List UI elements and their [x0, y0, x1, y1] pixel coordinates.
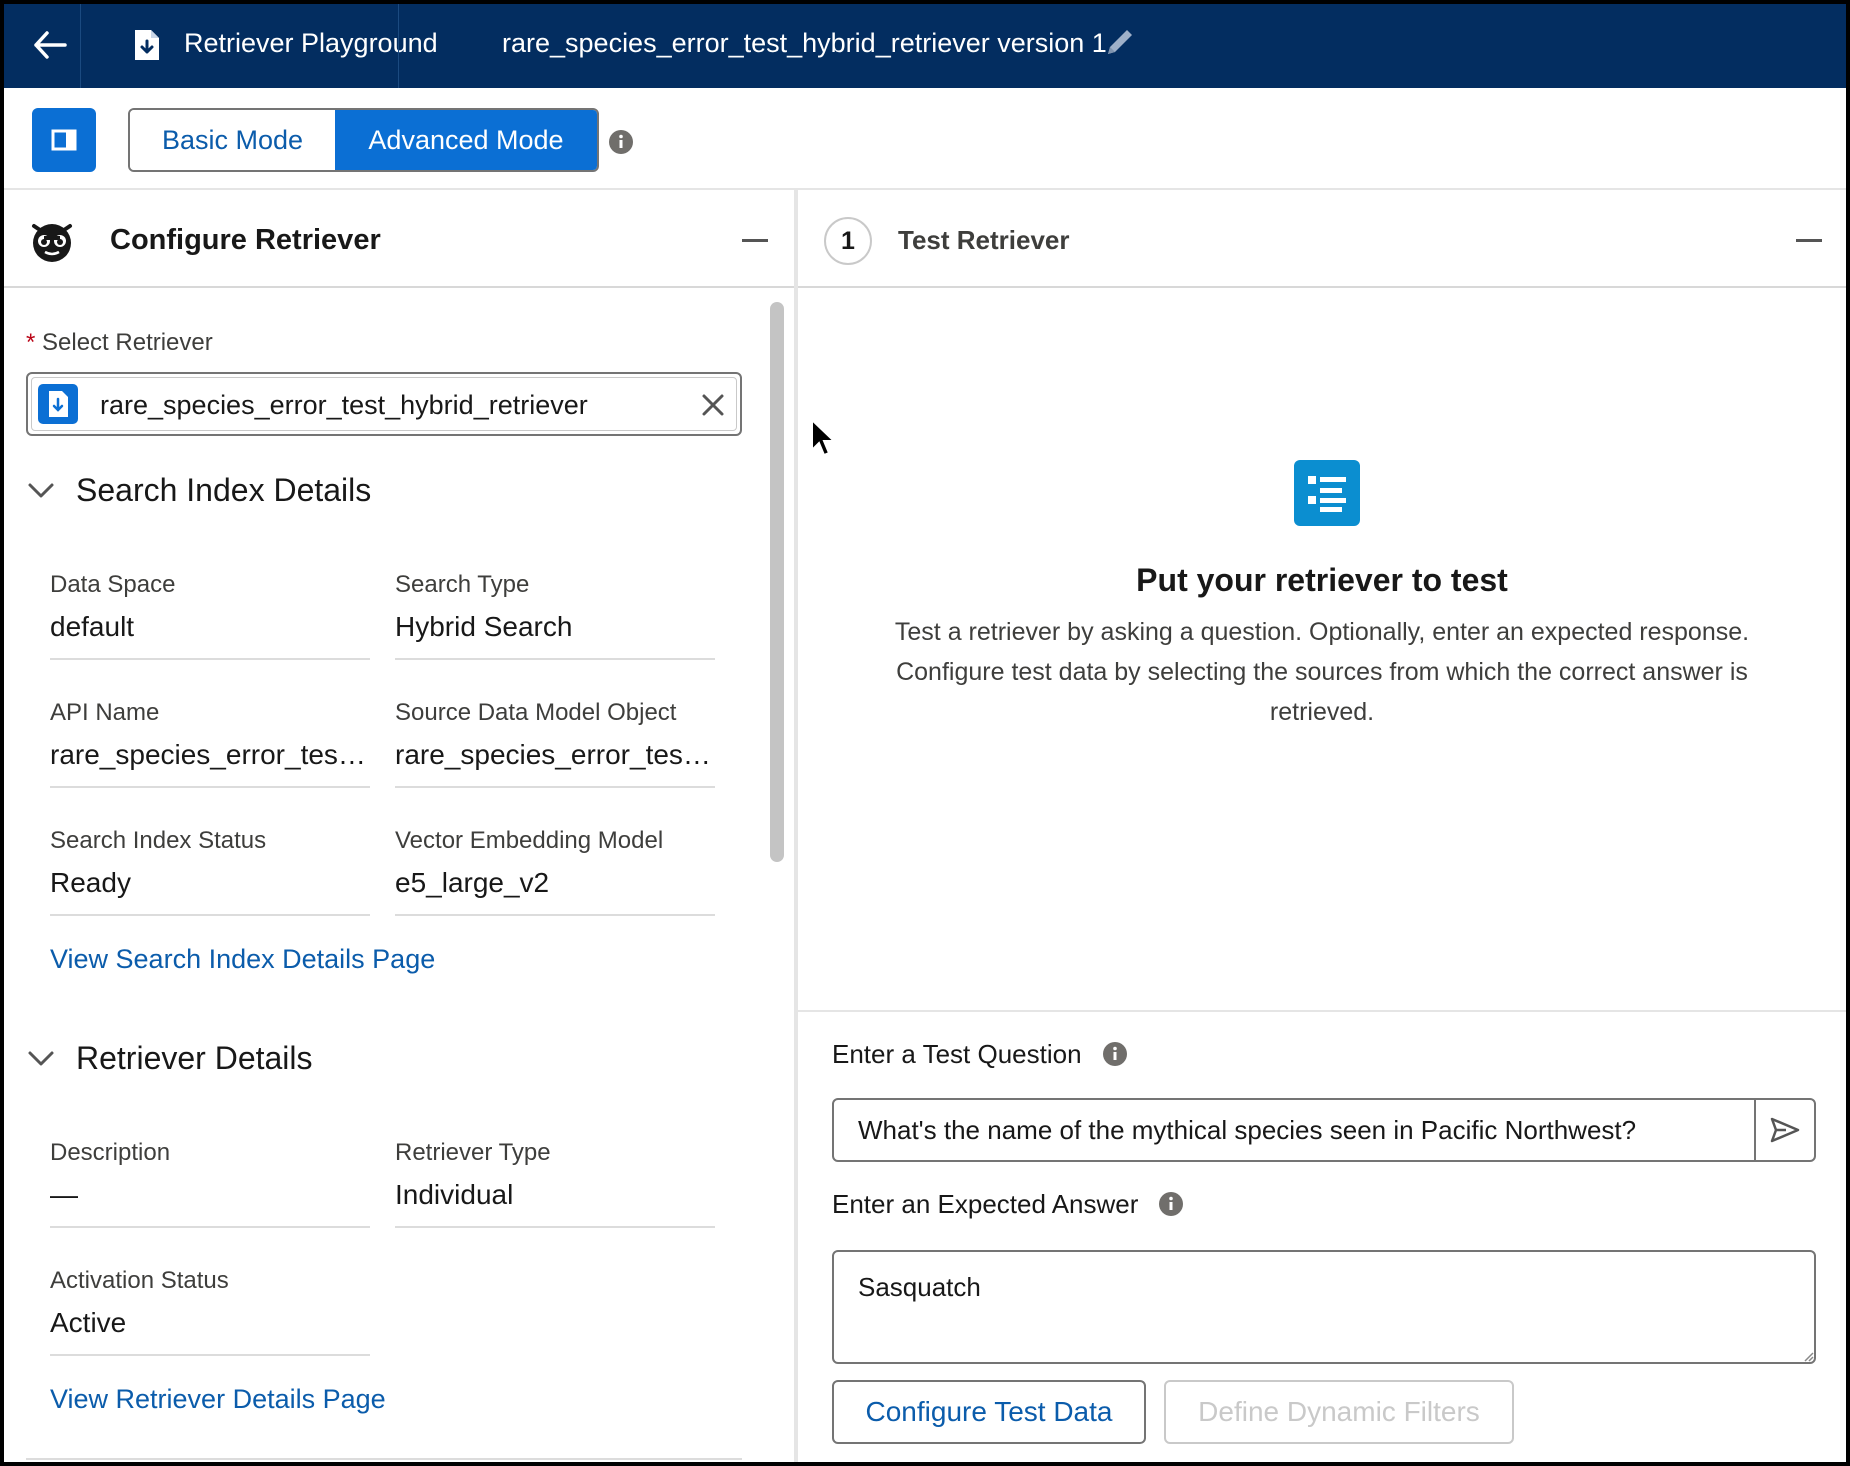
scrollbar-thumb[interactable]	[770, 302, 784, 862]
expected-answer-input[interactable]: Sasquatch	[832, 1250, 1816, 1364]
chevron-down-icon	[28, 1051, 54, 1066]
configure-retriever-header: Configure Retriever	[4, 190, 794, 288]
test-retriever-panel: 1 Test Retriever Put your retriever to t…	[798, 190, 1846, 1462]
basic-mode-button[interactable]: Basic Mode	[130, 110, 335, 170]
select-retriever-label: * Select Retriever	[26, 328, 213, 358]
nav-separator	[398, 4, 399, 88]
mode-toolbar: Basic Mode Advanced Mode	[4, 88, 1846, 190]
left-panel-scrollbar[interactable]	[764, 292, 788, 1462]
data-space-label: Data Space	[50, 571, 176, 598]
embedding-model-value: e5_large_v2	[395, 867, 550, 898]
search-index-section-toggle[interactable]: Search Index Details	[26, 470, 371, 510]
source-object-label: Source Data Model Object	[395, 699, 677, 726]
send-question-button[interactable]	[1754, 1100, 1814, 1160]
configure-test-data-button[interactable]: Configure Test Data	[832, 1380, 1146, 1444]
description-value: —	[50, 1179, 78, 1210]
advanced-mode-button[interactable]: Advanced Mode	[335, 110, 597, 170]
empty-state-description: Test a retriever by asking a question. O…	[894, 618, 1750, 726]
retriever-file-icon	[135, 30, 159, 60]
info-icon[interactable]	[1102, 1041, 1128, 1067]
pencil-icon[interactable]	[1102, 24, 1138, 60]
test-retriever-header: 1 Test Retriever	[798, 190, 1846, 288]
data-space-value: default	[50, 611, 135, 642]
retriever-details-heading: Retriever Details	[76, 1040, 313, 1076]
test-question-form: Enter a Test Question Enter an Expect	[798, 1010, 1846, 1462]
define-dynamic-filters-button: Define Dynamic Filters	[1164, 1380, 1514, 1444]
retriever-type-label: Retriever Type	[395, 1139, 551, 1166]
field-underline	[395, 914, 715, 916]
retriever-type-value: Individual	[395, 1179, 514, 1210]
test-question-input[interactable]	[834, 1100, 1754, 1160]
test-retriever-title: Test Retriever	[898, 225, 1070, 255]
search-type-label: Search Type	[395, 571, 530, 598]
mode-switch: Basic Mode Advanced Mode	[128, 108, 599, 172]
mouse-cursor-icon	[811, 418, 836, 457]
description-label: Description	[50, 1139, 171, 1166]
retriever-file-icon	[38, 384, 78, 424]
api-name-label: API Name	[50, 699, 160, 726]
expected-answer-label-text: Enter an Expected Answer	[832, 1189, 1139, 1219]
test-question-label: Enter a Test Question	[832, 1038, 1128, 1070]
field-underline	[50, 1354, 370, 1356]
field-underline	[50, 658, 370, 660]
send-icon	[1770, 1117, 1800, 1143]
arrow-left-icon	[34, 31, 67, 59]
test-question-label-text: Enter a Test Question	[832, 1039, 1082, 1069]
index-status-label: Search Index Status	[50, 827, 267, 854]
activation-status-label: Activation Status	[50, 1267, 229, 1294]
activation-status-value: Active	[50, 1307, 127, 1338]
api-name-value: rare_species_error_test_hybrid_retriever	[50, 739, 370, 770]
field-underline	[395, 658, 715, 660]
empty-state-title: Put your retriever to test	[1136, 562, 1508, 598]
configure-retriever-title: Configure Retriever	[110, 224, 381, 256]
search-index-heading: Search Index Details	[76, 472, 372, 508]
retriever-details-section-toggle[interactable]: Retriever Details	[26, 1038, 313, 1078]
close-icon[interactable]	[696, 388, 730, 422]
configure-retriever-panel: Configure Retriever * Select Retriever r…	[4, 190, 794, 1462]
field-underline	[395, 786, 715, 788]
top-nav-bar: Retriever Playground rare_species_error_…	[4, 4, 1846, 88]
empty-state: Put your retriever to test Test a retrie…	[798, 290, 1846, 990]
test-question-field	[832, 1098, 1816, 1162]
robot-face-icon	[32, 224, 72, 262]
view-search-index-link[interactable]: View Search Index Details Page	[50, 942, 435, 976]
retriever-combobox[interactable]: rare_species_error_test_hybrid_retriever	[26, 372, 742, 436]
chevron-down-icon	[28, 483, 54, 498]
minimize-right-panel-button[interactable]	[1788, 220, 1828, 260]
index-status-value: Ready	[50, 867, 131, 898]
info-icon[interactable]	[608, 129, 634, 155]
panel-left-icon	[51, 129, 77, 151]
view-retriever-details-link[interactable]: View Retriever Details Page	[50, 1382, 386, 1416]
info-icon[interactable]	[1158, 1191, 1184, 1217]
field-underline	[50, 1226, 370, 1228]
select-retriever-label-text: Select Retriever	[42, 329, 213, 356]
nav-separator	[80, 4, 81, 88]
search-type-value: Hybrid Search	[395, 611, 573, 642]
field-underline	[50, 786, 370, 788]
field-underline	[50, 914, 370, 916]
resize-handle-icon[interactable]	[1802, 1350, 1814, 1362]
source-object-value: rare_species_error_test_hybrid_retriever	[395, 739, 715, 770]
configure-retriever-body: * Select Retriever rare_species_error_te…	[4, 290, 794, 1462]
panel-toggle-button[interactable]	[32, 108, 96, 172]
back-button[interactable]	[22, 20, 78, 70]
section-divider	[26, 1458, 742, 1460]
field-underline	[395, 1226, 715, 1228]
required-marker: *	[26, 329, 36, 356]
expected-answer-label: Enter an Expected Answer	[832, 1188, 1184, 1220]
selected-retriever-value: rare_species_error_test_hybrid_retriever	[100, 390, 588, 420]
embedding-model-label: Vector Embedding Model	[395, 827, 664, 854]
app-title: Retriever Playground	[184, 28, 438, 58]
list-icon	[1294, 460, 1360, 526]
minimize-left-panel-button[interactable]	[734, 220, 774, 260]
app-frame: Retriever Playground rare_species_error_…	[4, 4, 1846, 1462]
step-number-badge: 1	[824, 217, 872, 265]
retriever-version-title: rare_species_error_test_hybrid_retriever…	[502, 28, 1107, 58]
